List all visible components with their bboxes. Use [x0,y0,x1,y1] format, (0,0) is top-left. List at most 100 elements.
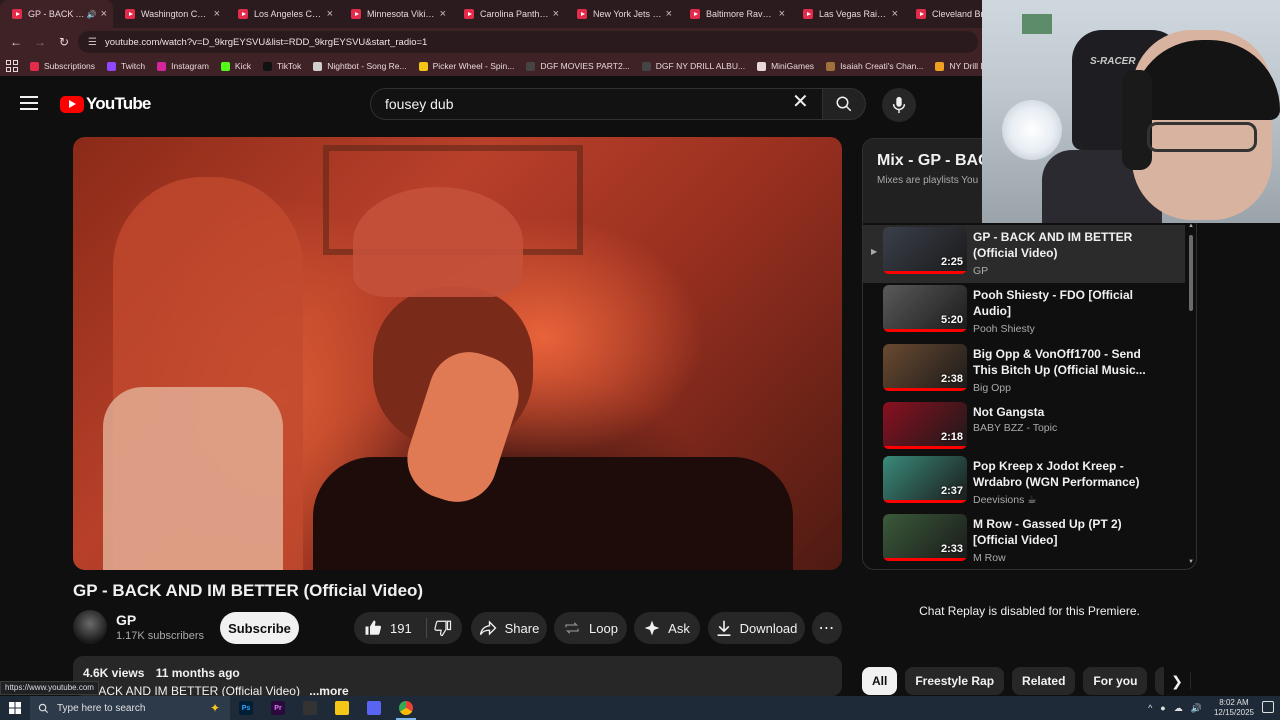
playlist-thumbnail[interactable]: 2:37 [883,456,967,503]
clear-search-icon[interactable]: ✕ [792,92,809,112]
like-count[interactable]: 191 [390,621,412,636]
playlist-item-title[interactable]: Pooh Shiesty - FDO [Official Audio] [973,287,1148,319]
playlist-item[interactable]: 2:37 Pop Kreep x Jodot Kreep - Wrdabro (W… [863,454,1185,512]
back-button[interactable]: ← [4,35,28,49]
loop-button[interactable]: Loop [554,612,627,644]
hamburger-menu-icon[interactable] [20,96,38,110]
video-player[interactable] [73,137,842,570]
ask-button[interactable]: Ask [634,612,700,644]
channel-avatar[interactable] [73,610,107,644]
scroll-down-arrow-icon[interactable]: ▼ [1188,559,1194,565]
playlist-item-title[interactable]: M Row - Gassed Up (PT 2) [Official Video… [973,516,1148,548]
browser-tab[interactable]: Las Vegas Raiders × [791,0,904,28]
playlist-item[interactable]: ▶ 2:25 GP - BACK AND IM BETTER (Official V… [863,225,1185,283]
playlist-thumbnail[interactable]: 2:18 [883,402,967,449]
tab-close-icon[interactable]: × [779,8,785,20]
browser-tab[interactable]: New York Jets vs. × [565,0,678,28]
tray-chevron-up-icon[interactable]: ^ [1148,703,1152,713]
playlist-thumbnail[interactable]: 2:25 [883,227,967,274]
youtube-logo[interactable]: YouTube [60,94,151,114]
network-icon[interactable]: ☁ [1174,703,1183,714]
browser-tab[interactable]: Baltimore Ravens × [678,0,791,28]
address-bar[interactable]: ☰ youtube.com/watch?v=D_9krgEYSVU&list=R… [78,31,978,53]
windows-start-icon[interactable] [0,696,30,720]
scroll-up-arrow-icon[interactable]: ▲ [1188,223,1194,229]
taskbar-app-icon[interactable]: Ps [230,696,262,720]
chevron-right-icon[interactable]: ❯ [1164,667,1190,695]
dislike-button[interactable] [432,612,462,644]
playlist-title[interactable]: Mix - GP - BAC [877,152,990,170]
filter-chip[interactable]: For you [1083,667,1148,695]
voice-search-button[interactable] [882,88,916,122]
taskbar-app-icon[interactable] [358,696,390,720]
tab-audio-icon[interactable]: 🔊 [87,10,97,19]
description-box[interactable]: 4.6K views 11 months ago - BACK AND IM B… [73,656,842,696]
scrollbar-thumb[interactable] [1189,235,1193,311]
share-button[interactable]: Share [471,612,547,644]
download-button[interactable]: Download [708,612,805,644]
notification-center-icon[interactable] [1262,701,1274,713]
search-field[interactable] [370,88,822,120]
filter-chip[interactable]: All [862,667,898,695]
forward-button[interactable]: → [28,35,52,49]
bookmark-item[interactable]: Isaiah Creati's Chan... [826,61,923,71]
subscribe-button[interactable]: Subscribe [220,612,299,644]
playlist-thumbnail[interactable]: 5:20 [883,285,967,332]
tab-close-icon[interactable]: × [101,8,107,20]
bookmark-item[interactable]: DGF MOVIES PART2... [526,61,630,71]
bookmark-item[interactable]: Kick [220,61,251,71]
microphone-icon[interactable]: ● [1160,703,1165,713]
browser-tab[interactable]: Washington Commanders × [113,0,226,28]
taskbar-app-icon[interactable] [326,696,358,720]
video-frame-woman-shirt [103,387,283,570]
taskbar-search-box[interactable]: Type here to search ✦ [30,696,230,720]
filter-chip[interactable]: Related [1012,667,1076,695]
playlist-item[interactable]: 5:20 Pooh Shiesty - FDO [Official Audio] P… [863,283,1185,341]
playlist-scrollbar[interactable]: ▲ ▼ [1188,223,1194,569]
apps-grid-icon[interactable] [6,60,18,72]
description-more-link[interactable]: ...more [309,684,348,696]
taskbar-app-icon[interactable]: Pr [262,696,294,720]
playlist-item[interactable]: 2:18 Not Gangsta BABY BZZ - Topic [863,400,1185,458]
taskbar-clock[interactable]: 8:02 AM 12/15/2025 [1214,698,1254,718]
search-button[interactable] [822,88,866,120]
bookmark-item[interactable]: Picker Wheel - Spin... [418,61,514,71]
channel-name[interactable]: GP [116,612,136,628]
tab-close-icon[interactable]: × [214,8,220,20]
tab-title: Las Vegas Raiders [819,9,888,19]
bookmark-item[interactable]: MiniGames [757,61,814,71]
filter-chip[interactable]: Freestyle Rap [905,667,1005,695]
search-input[interactable] [385,96,765,112]
playlist-item-title[interactable]: Not Gangsta [973,404,1148,420]
browser-tab[interactable]: Los Angeles Chargers × [226,0,339,28]
playlist-item-title[interactable]: Big Opp & VonOff1700 - Send This Bitch U… [973,346,1148,378]
bookmark-item[interactable]: Nightbot - Song Re... [313,61,407,71]
tab-close-icon[interactable]: × [553,8,559,20]
webcam-ring-light [1002,100,1062,160]
bookmark-item[interactable]: Subscriptions [30,61,95,71]
playlist-item[interactable]: 2:38 Big Opp & VonOff1700 - Send This Bit… [863,342,1185,400]
bookmark-item[interactable]: DGF NY DRILL ALBU... [641,61,745,71]
playlist-thumbnail[interactable]: 2:33 [883,514,967,561]
taskbar-app-icon[interactable] [294,696,326,720]
tab-close-icon[interactable]: × [327,8,333,20]
browser-tab[interactable]: Minnesota Vikings × [339,0,452,28]
playlist-item-title[interactable]: Pop Kreep x Jodot Kreep - Wrdabro (WGN P… [973,458,1148,490]
more-actions-icon[interactable]: ⋯ [812,612,842,644]
playlist-thumbnail[interactable]: 2:38 [883,344,967,391]
site-info-icon[interactable]: ☰ [88,37,97,48]
taskbar-app-icon[interactable] [390,696,422,720]
playlist-item-title[interactable]: GP - BACK AND IM BETTER (Official Video) [973,229,1148,261]
like-icon[interactable] [364,619,382,637]
bookmark-item[interactable]: Instagram [157,61,209,71]
browser-tab[interactable]: GP - BACK AND IM BETTER🔊 × [0,0,113,28]
volume-icon[interactable]: 🔊 [1191,703,1202,714]
playlist-item[interactable]: 2:33 M Row - Gassed Up (PT 2) [Official V… [863,512,1185,569]
bookmark-item[interactable]: TikTok [262,61,301,71]
tab-close-icon[interactable]: × [666,8,672,20]
reload-button[interactable]: ↻ [52,35,76,49]
tab-close-icon[interactable]: × [892,8,898,20]
bookmark-item[interactable]: Twitch [107,61,145,71]
browser-tab[interactable]: Carolina Panthers × [452,0,565,28]
tab-close-icon[interactable]: × [440,8,446,20]
